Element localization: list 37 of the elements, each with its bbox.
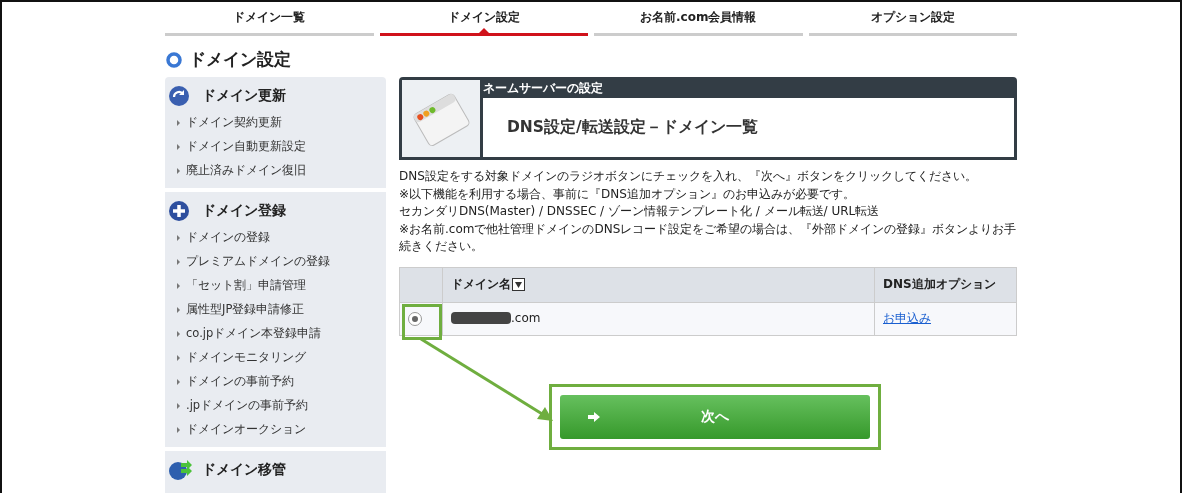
section-title: ドメイン更新 xyxy=(202,87,286,105)
nav-tab[interactable]: ドメイン一覧 xyxy=(165,2,374,36)
sidebar-link[interactable]: ドメイン契約更新 xyxy=(168,110,386,134)
sidebar-link[interactable]: 廃止済みドメイン復旧 xyxy=(168,158,386,182)
domain-name: .com xyxy=(511,310,541,325)
column-header: DNS追加オプション xyxy=(874,267,1017,302)
sidebar-link[interactable]: ドメイン自動更新設定 xyxy=(168,134,386,158)
ring-icon xyxy=(166,51,182,68)
instruction-text: DNS設定をする対象ドメインのラジオボタンにチェックを入れ、『次へ』ボタンをクリックしてください。 xyxy=(399,168,978,185)
sidebar-link[interactable]: プレミアムドメインの登録 xyxy=(168,249,386,273)
instruction-text: セカンダリDNS(Master) / DNSSEC / ゾーン情報テンプレート化 / メール転送/ URL転送 xyxy=(399,203,881,220)
page-title: ドメイン設定 xyxy=(189,48,291,71)
panel-title: DNS設定/転送設定－ドメイン一覧 xyxy=(507,117,758,138)
refresh-icon xyxy=(168,85,192,107)
sidebar-link[interactable]: ドメインの事前予約 xyxy=(168,369,386,393)
sidebar-link[interactable]: ドメインモニタリング xyxy=(168,345,386,369)
sidebar-link[interactable]: 属性型JP登録申請修正 xyxy=(168,297,386,321)
nav-tab[interactable]: オプション設定 xyxy=(808,2,1017,36)
sidebar-link[interactable]: ドメインの登録 xyxy=(168,225,386,249)
sidebar-link[interactable]: 「セット割」申請管理 xyxy=(168,273,386,297)
column-header: ドメイン名 xyxy=(442,267,875,302)
nav-tab[interactable]: ドメイン設定 xyxy=(379,2,588,36)
radio-button[interactable] xyxy=(408,312,422,326)
section-title: ドメイン移管 xyxy=(202,461,286,479)
instruction-text: ※以下機能を利用する場合、事前に『DNS追加オプション』のお申込みが必要です。 xyxy=(399,185,856,203)
sidebar-link[interactable]: .jpドメインの事前予約 xyxy=(168,393,386,417)
arrows-icon xyxy=(168,459,192,481)
category-label: ネームサーバーの設定 xyxy=(483,80,604,97)
sidebar-link[interactable]: co.jpドメイン本登録申請 xyxy=(168,321,386,345)
nav-tab[interactable]: お名前.com会員情報 xyxy=(594,2,803,36)
sidebar-link[interactable]: ドメインオークション xyxy=(168,417,386,441)
instruction-text: ※お名前.comで他社管理ドメインのDNSレコード設定をご希望の場合は、『外部ドメインの登録』ボタンよりお手続きください。 xyxy=(399,220,1017,255)
arrow-icon xyxy=(588,411,600,422)
apply-link[interactable]: お申込み xyxy=(883,311,931,325)
section-title: ドメイン登録 xyxy=(202,202,286,220)
sort-icon[interactable] xyxy=(512,278,525,291)
plus-icon xyxy=(168,200,192,222)
